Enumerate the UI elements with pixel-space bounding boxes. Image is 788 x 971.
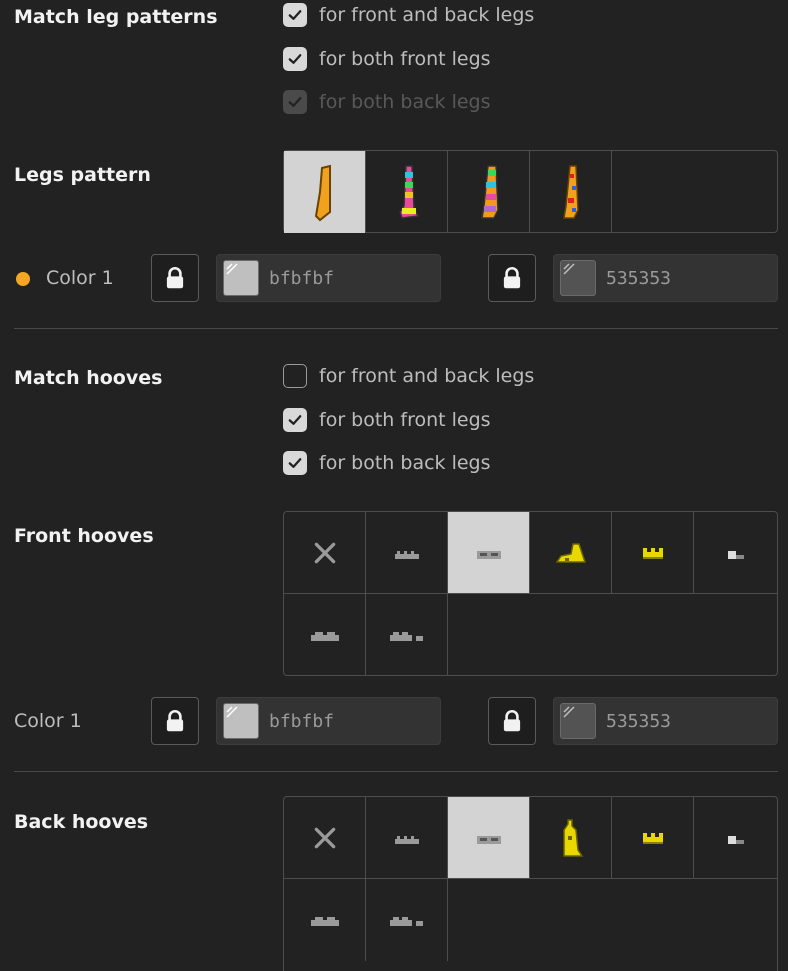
hooves-secondary-color-field[interactable]: 535353 xyxy=(553,697,778,745)
legs-color-label: Color 1 xyxy=(46,267,114,289)
back-hooves-grid xyxy=(283,796,778,971)
hoof-double-icon xyxy=(469,828,509,848)
legs-secondary-color-field[interactable]: 535353 xyxy=(553,254,778,302)
lock-icon xyxy=(499,265,525,291)
back-hoof-option-small-grey[interactable] xyxy=(694,797,777,879)
front-hoof-option-double[interactable] xyxy=(448,512,530,594)
legs-primary-lock-button[interactable] xyxy=(151,254,199,302)
match-hooves-heading: Match hooves xyxy=(14,367,163,389)
legs-pattern-option-rainbow-stripe[interactable] xyxy=(366,151,448,233)
yellow-boot-icon xyxy=(551,538,591,568)
checkbox-legs-both-back: for both back legs xyxy=(283,89,491,115)
legs-pattern-option-rainbow-diagonal[interactable] xyxy=(448,151,530,233)
match-leg-patterns-heading: Match leg patterns xyxy=(14,6,218,28)
checkmark-icon[interactable] xyxy=(283,47,307,71)
lock-icon xyxy=(162,265,188,291)
back-hoof-option-yellow-tall-boot[interactable] xyxy=(530,797,612,879)
back-hoof-option-wide[interactable] xyxy=(284,879,366,961)
front-hoof-option-none[interactable] xyxy=(284,512,366,594)
checkbox-label: for both front legs xyxy=(319,48,491,70)
yellow-tall-boot-icon xyxy=(556,816,586,860)
spotted-leg-icon xyxy=(556,162,586,222)
checkbox-empty-icon[interactable] xyxy=(283,364,307,388)
checkbox-label: for front and back legs xyxy=(319,4,535,26)
hoof-double-icon xyxy=(469,543,509,563)
checkbox-hooves-both-back[interactable]: for both back legs xyxy=(283,450,491,476)
front-hoof-option-small[interactable] xyxy=(366,512,448,594)
hooves-primary-lock-button[interactable] xyxy=(151,697,199,745)
color-swatch[interactable] xyxy=(223,260,259,296)
front-hoof-option-yellow-boot[interactable] xyxy=(530,512,612,594)
small-grey-hoof-icon xyxy=(716,543,756,563)
checkbox-label: for front and back legs xyxy=(319,365,535,387)
hooves-color-label: Color 1 xyxy=(14,710,82,732)
rainbow-stripe-leg-icon xyxy=(392,162,422,222)
hoof-split-icon xyxy=(387,625,427,645)
color-swatch[interactable] xyxy=(560,703,596,739)
yellow-crown-hoof-icon xyxy=(633,543,673,563)
active-indicator-dot xyxy=(16,271,30,290)
hoof-split-icon xyxy=(387,910,427,930)
legs-pattern-option-plain[interactable] xyxy=(284,151,366,233)
back-hoof-option-yellow-crown[interactable] xyxy=(612,797,694,879)
section-divider xyxy=(14,771,778,772)
legs-primary-color-field[interactable]: bfbfbf xyxy=(216,254,441,302)
back-hooves-heading: Back hooves xyxy=(14,811,149,833)
plain-leg-icon xyxy=(310,162,340,222)
lock-icon xyxy=(162,708,188,734)
legs-pattern-heading: Legs pattern xyxy=(14,164,151,186)
front-hooves-heading: Front hooves xyxy=(14,525,154,547)
front-hoof-option-wide[interactable] xyxy=(284,594,366,676)
front-hoof-option-yellow-crown[interactable] xyxy=(612,512,694,594)
hoof-wide-icon xyxy=(305,910,345,930)
hex-value[interactable]: 535353 xyxy=(606,268,671,289)
checkbox-legs-front-and-back[interactable]: for front and back legs xyxy=(283,2,534,28)
lock-icon xyxy=(499,708,525,734)
color-swatch[interactable] xyxy=(223,703,259,739)
checkmark-icon[interactable] xyxy=(283,451,307,475)
close-icon xyxy=(312,540,338,566)
color-swatch[interactable] xyxy=(560,260,596,296)
legs-pattern-grid xyxy=(283,150,778,233)
hex-value[interactable]: bfbfbf xyxy=(269,268,334,289)
checkmark-icon[interactable] xyxy=(283,3,307,27)
checkmark-icon xyxy=(283,90,307,114)
hoof-wide-icon xyxy=(305,625,345,645)
checkmark-icon[interactable] xyxy=(283,408,307,432)
checkbox-label: for both back legs xyxy=(319,452,491,474)
checkbox-legs-both-front[interactable]: for both front legs xyxy=(283,46,491,72)
hooves-primary-color-field[interactable]: bfbfbf xyxy=(216,697,441,745)
yellow-crown-hoof-icon xyxy=(633,828,673,848)
front-hooves-grid xyxy=(283,511,778,676)
close-icon xyxy=(312,825,338,851)
back-hoof-option-split[interactable] xyxy=(366,879,448,961)
back-hoof-option-double[interactable] xyxy=(448,797,530,879)
rainbow-diagonal-leg-icon xyxy=(474,162,504,222)
legs-secondary-lock-button[interactable] xyxy=(488,254,536,302)
back-hoof-option-none[interactable] xyxy=(284,797,366,879)
front-hoof-option-split[interactable] xyxy=(366,594,448,676)
legs-pattern-option-spotted[interactable] xyxy=(530,151,612,233)
checkbox-label: for both front legs xyxy=(319,409,491,431)
checkbox-hooves-both-front[interactable]: for both front legs xyxy=(283,407,491,433)
front-hoof-option-small-grey[interactable] xyxy=(694,512,777,594)
hex-value[interactable]: 535353 xyxy=(606,711,671,732)
small-grey-hoof-icon xyxy=(716,828,756,848)
section-divider xyxy=(14,328,778,329)
checkbox-hooves-front-and-back[interactable]: for front and back legs xyxy=(283,363,534,389)
hoof-small-icon xyxy=(387,543,427,563)
hex-value[interactable]: bfbfbf xyxy=(269,711,334,732)
back-hoof-option-small[interactable] xyxy=(366,797,448,879)
hooves-secondary-lock-button[interactable] xyxy=(488,697,536,745)
checkbox-label: for both back legs xyxy=(319,91,491,113)
hoof-small-icon xyxy=(387,828,427,848)
